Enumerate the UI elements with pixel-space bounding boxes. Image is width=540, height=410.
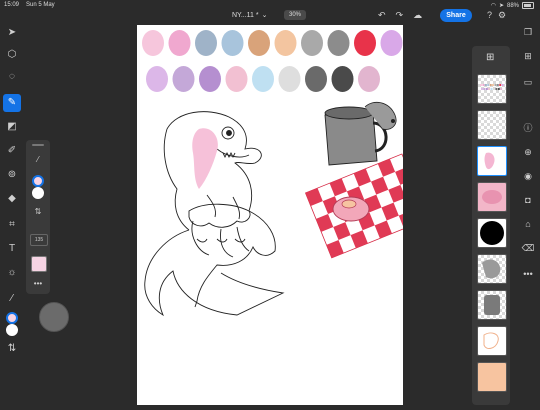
layer-thumbnail[interactable] — [477, 218, 507, 248]
artwork — [142, 30, 429, 317]
left-toolbar: ➤ ⬡ ◌ ✎ ◩ ✐ ⊚ ◆ ⌗ T ☼ ⁄ ⇅ — [0, 22, 24, 362]
document-title-menu[interactable]: NY...11 * ⌄ — [232, 11, 268, 20]
palette-swatch — [331, 66, 354, 92]
lasso-icon[interactable]: ◌ — [3, 68, 21, 86]
eyedropper-icon[interactable]: ⁄ — [3, 290, 21, 308]
palette-swatch — [278, 66, 301, 92]
brush-color-preview[interactable] — [31, 256, 47, 272]
select-icon[interactable]: ➤ — [3, 24, 21, 42]
undo-icon[interactable]: ↶ — [378, 10, 386, 21]
clear-icon[interactable]: ⌫ — [520, 240, 536, 256]
transform-icon[interactable]: ⬡ — [3, 46, 21, 64]
eraser-icon[interactable]: ◩ — [3, 118, 21, 136]
add-layer-button-icon[interactable]: ⊞ — [486, 52, 494, 63]
palette-swatch — [380, 30, 403, 56]
layers-icon[interactable]: ❒ — [520, 24, 536, 40]
right-toolbar: ❒ ⊞ ▭ ⓘ ⊕ ◉ ◘ ⌂ ⌫ ••• — [516, 22, 540, 282]
status-date: Sun 5 May — [26, 2, 55, 8]
palette-swatch — [327, 30, 350, 56]
fill-icon[interactable]: ◆ — [3, 190, 21, 208]
status-right: ◠ ➤ 88% — [491, 2, 534, 9]
add-adjustment-icon[interactable]: ⊕ — [520, 144, 536, 160]
add-layer-icon[interactable]: ⊞ — [520, 48, 536, 64]
crop-icon[interactable]: ⌗ — [3, 216, 21, 234]
smudge-icon[interactable]: ✐ — [3, 142, 21, 160]
donut-drawing — [332, 196, 370, 222]
redo-icon[interactable]: ↷ — [396, 10, 404, 21]
text-icon[interactable]: T — [3, 240, 21, 258]
wifi-icon: ◠ — [490, 3, 496, 9]
top-bar: NY...11 * ⌄ 30% ↶ ↷ ☁ Share ? ⚙ — [0, 9, 540, 24]
palette-swatch — [252, 66, 274, 92]
brush-secondary-swatch[interactable] — [32, 187, 44, 199]
palette-swatch — [248, 30, 270, 56]
lock-icon[interactable]: ⌂ — [520, 216, 536, 232]
palette-swatch — [146, 66, 168, 92]
mug-drawing — [324, 101, 397, 166]
battery-icon — [522, 2, 534, 9]
layers-panel: ⊞ — [472, 46, 510, 405]
location-icon: ➤ — [498, 3, 504, 9]
palette-swatch — [274, 30, 297, 56]
layer-thumbnail[interactable] — [477, 74, 507, 104]
clone-icon[interactable]: ⊚ — [3, 166, 21, 184]
brush-icon[interactable]: ✎ — [3, 94, 21, 112]
layer-thumbnail[interactable] — [477, 254, 507, 284]
layer-thumbnail[interactable] — [477, 182, 507, 212]
zoom-level[interactable]: 30% — [284, 10, 306, 20]
palette-swatch — [358, 66, 380, 92]
palette-swatch — [221, 30, 244, 56]
chevron-down-icon: ⌄ — [261, 12, 268, 19]
status-time: 15:09 — [4, 2, 20, 8]
palette-swatch — [142, 30, 164, 56]
palette-swatch — [301, 30, 323, 56]
layer-thumbnail[interactable] — [477, 110, 507, 140]
brush-swap-icon[interactable]: ⇅ — [30, 206, 46, 218]
layer-thumbnail[interactable] — [477, 326, 507, 356]
drawing-canvas[interactable] — [137, 25, 429, 405]
info-icon[interactable]: ⓘ — [520, 120, 536, 136]
color-palette — [142, 30, 403, 92]
brush-size-value[interactable]: 135 — [30, 234, 48, 246]
secondary-color-swatch[interactable] — [6, 324, 18, 336]
layer-thumbnail[interactable] — [477, 362, 507, 392]
palette-swatch — [225, 66, 248, 92]
brush-eyedropper-icon[interactable]: ⁄ — [30, 154, 46, 166]
visibility-icon[interactable]: ◉ — [520, 168, 536, 184]
comment-icon[interactable]: ▭ — [520, 74, 536, 90]
primary-color-swatch[interactable] — [6, 312, 18, 324]
palette-swatch — [199, 66, 221, 92]
palette-swatch — [305, 66, 327, 92]
more-options-icon[interactable]: ••• — [30, 278, 46, 290]
palette-swatch — [168, 30, 191, 56]
mask-icon[interactable]: ◘ — [520, 192, 536, 208]
help-icon[interactable]: ? — [487, 10, 492, 21]
share-button[interactable]: Share — [440, 9, 472, 22]
palette-swatch — [195, 30, 217, 56]
top-right-controls: ? ⚙ — [487, 10, 506, 21]
battery-percent: 88% — [506, 2, 519, 9]
settings-icon[interactable]: ⚙ — [498, 10, 506, 21]
swap-icon[interactable]: ⇅ — [3, 340, 21, 358]
brush-primary-swatch[interactable] — [32, 175, 44, 187]
palette-swatch — [172, 66, 195, 92]
cloud-icon[interactable]: ☁ — [413, 10, 422, 21]
brush-settings-panel: ⁄ ⇅ 135 ••• — [26, 140, 50, 294]
palette-swatch — [354, 30, 376, 56]
pink-highlight-shape — [192, 128, 218, 189]
history-controls: ↶ ↷ ☁ — [378, 10, 422, 21]
panel-handle[interactable] — [32, 144, 44, 146]
more-icon[interactable]: ••• — [520, 266, 536, 282]
document-title: NY...11 * — [232, 11, 259, 19]
layer-thumbnail[interactable] — [477, 290, 507, 320]
brush-size-preview[interactable] — [39, 302, 69, 332]
layer-thumbnail-selected[interactable] — [477, 146, 507, 176]
layer-palette-preview — [479, 83, 504, 91]
adjust-icon[interactable]: ☼ — [3, 264, 21, 282]
